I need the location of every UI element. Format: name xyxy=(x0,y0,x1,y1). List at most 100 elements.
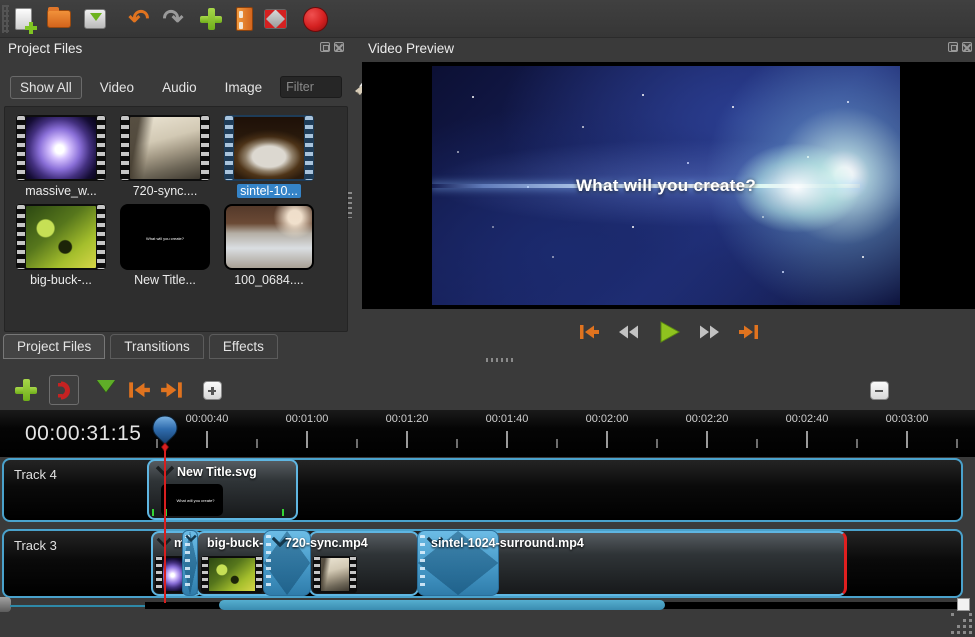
rewind-icon xyxy=(618,324,640,340)
zoom-in-button[interactable] xyxy=(197,375,227,405)
snapping-toggle-button[interactable] xyxy=(49,375,79,405)
ruler-tick-minor xyxy=(456,439,458,448)
export-icon xyxy=(264,9,287,29)
current-time-display: 00:00:31:15 xyxy=(25,422,141,446)
add-track-plus-icon xyxy=(15,379,37,401)
ruler-label: 00:02:20 xyxy=(686,413,729,425)
file-filter-bar: Show All Video Audio Image xyxy=(10,74,372,100)
tab-effects[interactable]: Effects xyxy=(209,334,278,359)
new-project-button[interactable] xyxy=(8,5,38,33)
close-panel-icon[interactable] xyxy=(962,42,972,52)
playhead-line xyxy=(164,447,166,603)
transition-small[interactable] xyxy=(182,530,198,596)
ruler-label: 00:02:00 xyxy=(586,413,629,425)
file-name: 100_0684.... xyxy=(231,273,307,287)
save-project-button[interactable] xyxy=(80,5,110,33)
choose-title-button[interactable] xyxy=(229,5,259,33)
play-button[interactable] xyxy=(656,320,682,344)
open-folder-icon xyxy=(47,10,71,28)
timeline-ruler[interactable]: 00:00:31:15 00:00:40 00:01:00 00:01:20 0… xyxy=(0,410,975,457)
zoom-out-icon xyxy=(870,381,889,400)
video-title-text: What will you create? xyxy=(432,176,900,196)
ruler-label: 00:01:00 xyxy=(286,413,329,425)
title-preview-text: What will you create? xyxy=(143,236,188,241)
filter-input[interactable] xyxy=(280,76,342,98)
track-name: Track 4 xyxy=(14,467,57,482)
filter-tab-show-all[interactable]: Show All xyxy=(10,76,82,99)
marker-icon xyxy=(97,380,115,401)
filmstrip-icon xyxy=(236,7,253,31)
clip-thumbnail: What will you create? xyxy=(161,484,223,516)
playback-controls xyxy=(362,316,975,348)
record-button[interactable] xyxy=(300,5,330,33)
float-panel-icon[interactable] xyxy=(320,42,330,52)
add-track-button[interactable] xyxy=(11,375,41,405)
file-thumbnail xyxy=(16,204,106,270)
file-item-selected[interactable]: sintel-10... xyxy=(221,115,317,200)
file-name: sintel-10... xyxy=(237,184,301,198)
new-project-icon xyxy=(15,8,32,30)
tab-project-files[interactable]: Project Files xyxy=(3,334,105,359)
ruler-label: 00:02:40 xyxy=(786,413,829,425)
file-item[interactable]: 100_0684.... xyxy=(221,204,317,289)
tab-transitions[interactable]: Transitions xyxy=(110,334,204,359)
file-thumbnail xyxy=(120,115,210,181)
file-item[interactable]: What will you create? New Title... xyxy=(117,204,213,289)
export-video-button[interactable] xyxy=(260,5,290,33)
close-panel-icon[interactable] xyxy=(334,42,344,52)
chevron-down-icon[interactable] xyxy=(185,534,197,542)
fast-forward-icon xyxy=(698,324,720,340)
horizontal-scrollbar-handle[interactable] xyxy=(219,600,665,610)
fast-forward-button[interactable] xyxy=(696,320,722,344)
vertical-splitter[interactable] xyxy=(348,192,352,218)
jump-start-icon xyxy=(578,323,600,341)
ruler-tick-minor xyxy=(556,439,558,448)
file-item[interactable]: big-buck-... xyxy=(13,204,109,289)
left-panel-tabs: Project Files Transitions Effects xyxy=(3,334,283,359)
project-files-list: massive_w... 720-sync.... sintel-10... b… xyxy=(4,106,348,332)
file-thumbnail xyxy=(224,204,314,270)
filter-tab-audio[interactable]: Audio xyxy=(152,76,207,99)
filter-tab-image[interactable]: Image xyxy=(215,76,273,99)
clip-new-title[interactable]: New Title.svg What will you create? xyxy=(147,459,298,520)
file-name: New Title... xyxy=(131,273,199,287)
video-preview-panel-title: Video Preview xyxy=(368,41,454,61)
ruler-tick-minor xyxy=(956,439,958,448)
open-project-button[interactable] xyxy=(44,5,74,33)
horizontal-splitter[interactable] xyxy=(486,358,516,362)
video-frame[interactable]: What will you create? xyxy=(432,66,900,305)
filter-tab-video[interactable]: Video xyxy=(90,76,144,99)
project-files-panel-title: Project Files xyxy=(8,41,82,61)
jump-to-end-button[interactable] xyxy=(736,320,762,344)
window-resize-grip[interactable] xyxy=(951,613,954,616)
jump-to-start-button[interactable] xyxy=(576,320,602,344)
timeline-toolbar: 20 seconds xyxy=(0,372,975,408)
timeline-bottom-edge xyxy=(10,605,147,607)
ruler-tick xyxy=(606,431,608,448)
file-item[interactable]: 720-sync.... xyxy=(117,115,213,200)
add-marker-button[interactable] xyxy=(91,375,121,405)
file-item[interactable]: massive_w... xyxy=(13,115,109,200)
clip-thumbnail xyxy=(313,556,357,593)
scrollbar-corner xyxy=(957,598,970,611)
clip-label: big-buck- xyxy=(207,536,263,550)
ruler-tick-minor xyxy=(256,439,258,448)
track-name: Track 3 xyxy=(14,538,57,553)
file-name: massive_w... xyxy=(22,184,100,198)
file-name: big-buck-... xyxy=(27,273,95,287)
ruler-tick xyxy=(706,431,708,448)
ruler-label: 00:00:40 xyxy=(186,413,229,425)
previous-marker-button[interactable] xyxy=(124,375,154,405)
next-marker-button[interactable] xyxy=(157,375,187,405)
ruler-label: 00:01:20 xyxy=(386,413,429,425)
next-marker-icon xyxy=(160,380,184,400)
import-files-button[interactable] xyxy=(196,5,226,33)
record-icon xyxy=(303,7,328,32)
title-preview-text: What will you create? xyxy=(177,498,208,503)
redo-button[interactable]: ↷ xyxy=(158,5,188,33)
zoom-out-button[interactable] xyxy=(864,375,894,405)
rewind-button[interactable] xyxy=(616,320,642,344)
undo-button[interactable]: ↶ xyxy=(124,5,154,33)
float-panel-icon[interactable] xyxy=(948,42,958,52)
zoom-in-icon xyxy=(203,381,222,400)
